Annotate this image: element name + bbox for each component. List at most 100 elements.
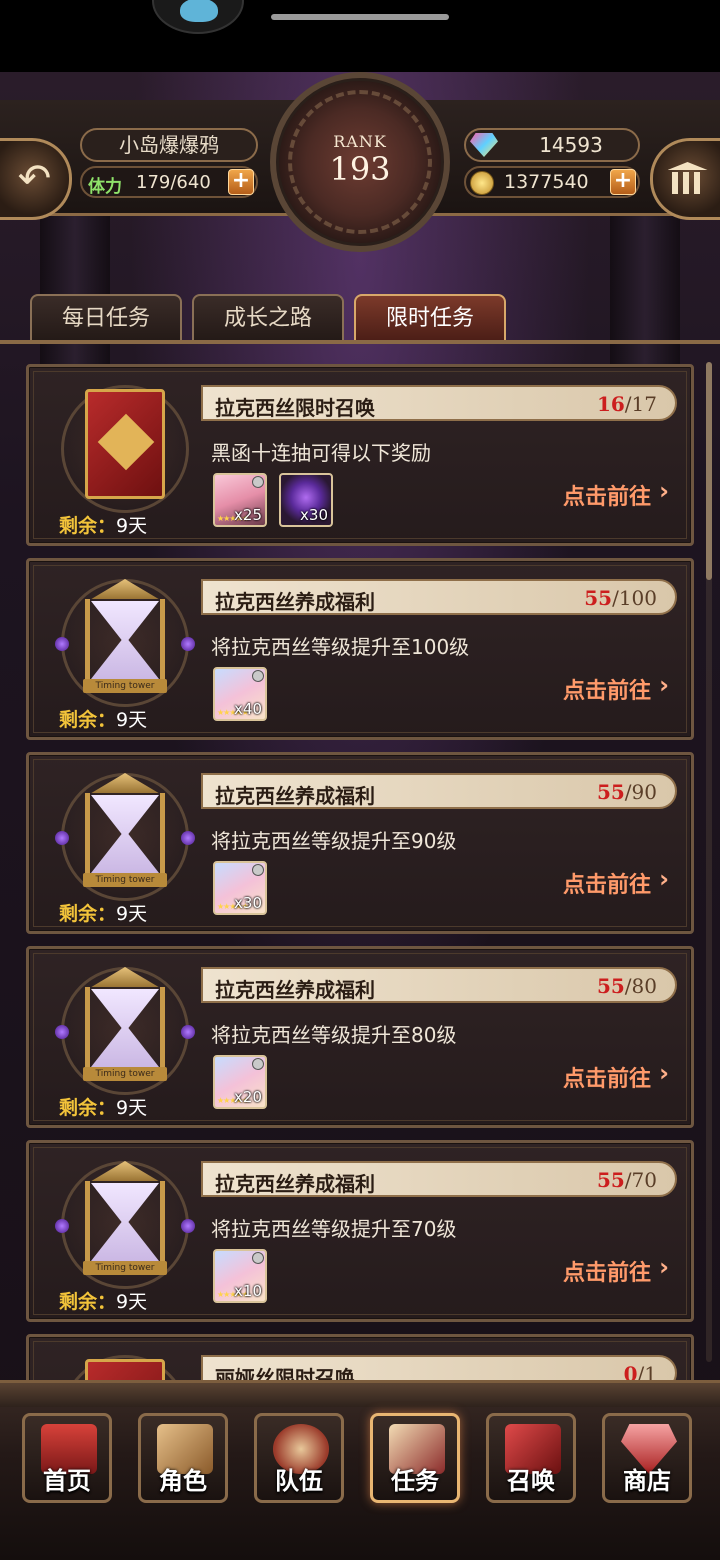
progress-max: 80 [631, 974, 657, 998]
remaining-time: 剩余：9天 [59, 511, 147, 538]
nav-frieze [0, 1383, 720, 1407]
stamina-label: 体力 [88, 177, 122, 197]
reward-count: x30 [234, 894, 262, 912]
coin-counter: 1377540 + [464, 166, 640, 198]
task-title: 拉克西丝养成福利 [215, 1172, 375, 1196]
task-emblem: Timing tower [55, 573, 195, 713]
add-stamina-button[interactable]: + [228, 169, 254, 195]
reward-count: x10 [234, 1282, 262, 1300]
task-card: Timing tower 剩余：9天 拉克西丝养成福利 55/70 将拉克西丝等… [26, 1140, 694, 1322]
task-title-bar: 拉克西丝养成福利 55/90 [201, 773, 677, 809]
remaining-label: 剩余： [59, 515, 117, 537]
bottom-navigation: 首页 角色 队伍 任务 召唤 商店 [0, 1380, 720, 1560]
task-title-bar: 拉克西丝养成福利 55/70 [201, 1161, 677, 1197]
task-description: 将拉克西丝等级提升至90级 [211, 829, 457, 853]
task-title: 拉克西丝养成福利 [215, 978, 375, 1002]
remaining-label: 剩余： [59, 903, 117, 925]
badge-icon [252, 670, 264, 682]
reward-item[interactable]: ★★★★★ x10 [213, 1249, 267, 1303]
reward-item[interactable]: ★★★★★ x30 [213, 861, 267, 915]
nav-team[interactable]: 队伍 [254, 1413, 344, 1503]
remaining-time: 剩余：9天 [59, 1287, 147, 1314]
emblem-label: Timing tower [95, 681, 155, 691]
progress-current: 16 [596, 392, 625, 416]
nav-label: 召唤 [507, 1467, 555, 1495]
home-indicator[interactable] [271, 14, 449, 20]
task-list[interactable]: 剩余：9天 拉克西丝限时召唤 16/17 黑函十连抽可得以下奖励 ★★★★★ x… [26, 360, 696, 1400]
remaining-label: 剩余： [59, 1097, 117, 1119]
go-button[interactable]: 点击前往 [563, 479, 651, 511]
stamina-bar: 体力 179/640 + [80, 166, 258, 198]
hourglass-icon: Timing tower [83, 773, 167, 891]
progress-current: 55 [596, 780, 625, 804]
tab-daily[interactable]: 每日任务 [30, 294, 182, 342]
progress-max: 17 [631, 392, 657, 416]
nav-quest[interactable]: 任务 [370, 1413, 460, 1503]
badge-icon [252, 1058, 264, 1070]
task-progress: 16/17 [597, 392, 657, 416]
hourglass-icon: Timing tower [83, 1161, 167, 1279]
go-button[interactable]: 点击前往 [563, 1255, 651, 1287]
top-header: ↶ 小岛爆爆鸦 体力 179/640 + RANK 193 14593 1377… [0, 72, 720, 252]
badge-icon [252, 864, 264, 876]
reward-item[interactable]: ★★★★★ x40 [213, 667, 267, 721]
remaining-time: 剩余：9天 [59, 705, 147, 732]
hourglass-icon: Timing tower [83, 967, 167, 1085]
nav-label: 首页 [43, 1467, 91, 1495]
orb-icon [181, 1025, 195, 1039]
chevron-right-icon: › [659, 1059, 669, 1087]
progress-separator: / [624, 780, 632, 804]
task-card: Timing tower 剩余：9天 拉克西丝养成福利 55/80 将拉克西丝等… [26, 946, 694, 1128]
nav-label: 队伍 [275, 1467, 323, 1495]
nav-label: 角色 [159, 1467, 207, 1495]
go-button[interactable]: 点击前往 [563, 867, 651, 899]
tab-limited[interactable]: 限时任务 [354, 294, 506, 342]
task-progress: 55/100 [584, 586, 657, 610]
go-button[interactable]: 点击前往 [563, 1061, 651, 1093]
remaining-value: 9天 [116, 1097, 148, 1119]
chevron-right-icon: › [659, 865, 669, 893]
orb-icon [181, 831, 195, 845]
stamina-value: 179/640 [136, 172, 211, 193]
reward-item[interactable]: ★★★★★ x25 [213, 473, 267, 527]
task-card: Timing tower 剩余：9天 拉克西丝养成福利 55/100 将拉克西丝… [26, 558, 694, 740]
task-card: 剩余：9天 拉克西丝限时召唤 16/17 黑函十连抽可得以下奖励 ★★★★★ x… [26, 364, 694, 546]
tab-growth[interactable]: 成长之路 [192, 294, 344, 342]
scrollbar-thumb[interactable] [706, 362, 712, 580]
progress-max: 70 [631, 1168, 657, 1192]
remaining-label: 剩余： [59, 709, 117, 731]
task-description: 将拉克西丝等级提升至80级 [211, 1023, 457, 1047]
progress-max: 100 [618, 586, 657, 610]
remaining-value: 9天 [116, 709, 148, 731]
task-title-bar: 拉克西丝限时召唤 16/17 [201, 385, 677, 421]
reward-count: x20 [234, 1088, 262, 1106]
task-description: 将拉克西丝等级提升至100级 [211, 635, 470, 659]
reward-count: x25 [234, 506, 262, 524]
nav-label: 商店 [623, 1467, 671, 1495]
reward-item[interactable]: x30 [279, 473, 333, 527]
progress-separator: / [612, 586, 619, 610]
bank-button[interactable] [650, 138, 720, 220]
coin-icon [470, 171, 494, 195]
remaining-value: 9天 [116, 1291, 148, 1313]
nav-summon[interactable]: 召唤 [486, 1413, 576, 1503]
task-emblem: Timing tower [55, 1155, 195, 1295]
task-progress: 55/80 [597, 974, 657, 998]
task-title-bar: 拉克西丝养成福利 55/100 [201, 579, 677, 615]
emblem-label: Timing tower [95, 875, 155, 885]
orb-icon [181, 637, 195, 651]
go-button[interactable]: 点击前往 [563, 673, 651, 705]
nav-shop[interactable]: 商店 [602, 1413, 692, 1503]
orb-icon [181, 1219, 195, 1233]
add-coins-button[interactable]: + [610, 169, 636, 195]
task-progress: 55/90 [597, 780, 657, 804]
reward-item[interactable]: ★★★★★ x20 [213, 1055, 267, 1109]
task-title: 拉克西丝限时召唤 [215, 396, 375, 420]
chevron-right-icon: › [659, 1253, 669, 1281]
bank-icon [668, 162, 708, 196]
orb-icon [55, 831, 69, 845]
diamond-icon [470, 133, 498, 157]
task-emblem: Timing tower [55, 767, 195, 907]
nav-home[interactable]: 首页 [22, 1413, 112, 1503]
nav-character[interactable]: 角色 [138, 1413, 228, 1503]
